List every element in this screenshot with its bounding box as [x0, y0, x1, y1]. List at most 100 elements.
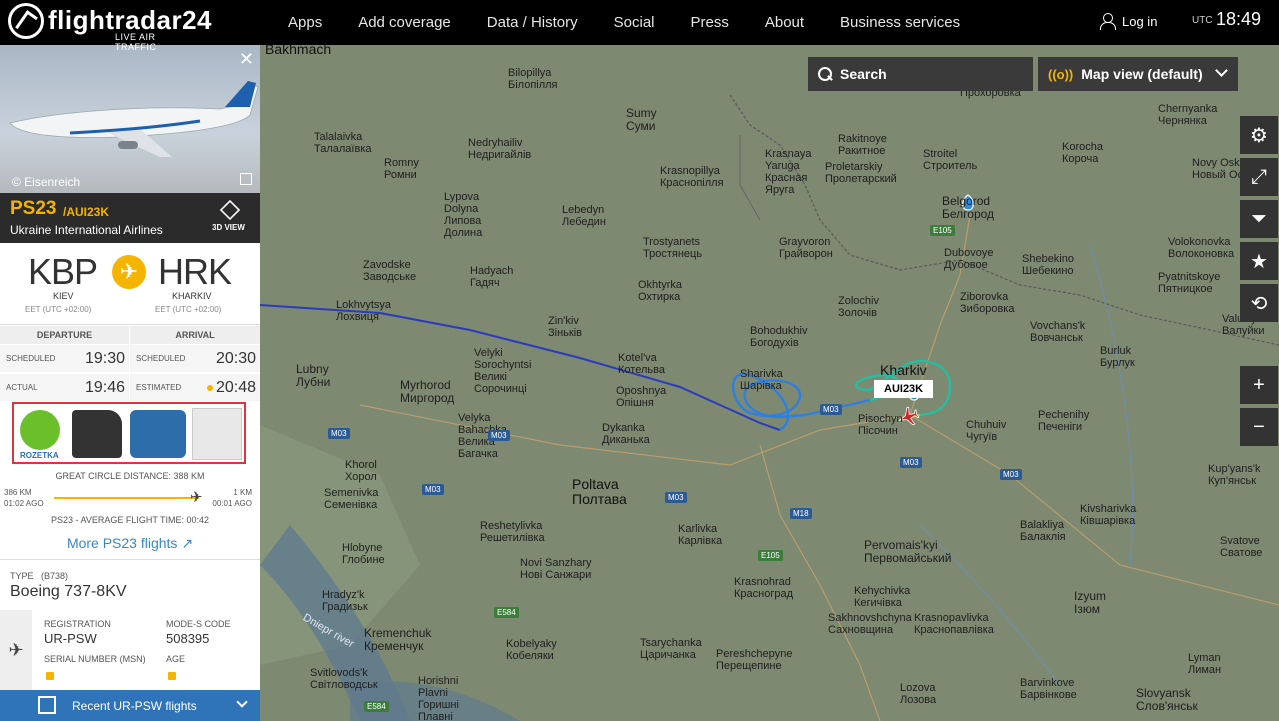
- nav-item-press[interactable]: Press: [673, 0, 747, 45]
- estimated-arrival-label: ESTIMATED: [136, 383, 182, 392]
- place-label: Lubny Лубни: [296, 362, 331, 389]
- remaining-info: 1 KM 00:01 AGO: [212, 487, 252, 509]
- filter-button[interactable]: ⏷: [1240, 200, 1278, 238]
- ad-boot-image: [72, 410, 122, 458]
- great-circle-distance: GREAT CIRCLE DISTANCE: 388 KM: [55, 471, 205, 481]
- aircraft-photo[interactable]: ✕ © Eisenreich: [0, 45, 260, 193]
- aircraft-icon: ✈: [0, 610, 32, 690]
- zoom-in-button[interactable]: +: [1240, 366, 1278, 404]
- remaining-distance: 1 KM: [233, 488, 252, 497]
- close-panel-icon[interactable]: ✕: [239, 49, 254, 70]
- place-label: Bilopillya Білопілля: [508, 67, 558, 91]
- settings-button[interactable]: ⚙: [1240, 116, 1278, 154]
- destination-code[interactable]: HRK: [158, 251, 232, 293]
- zoom-in-icon: +: [1253, 373, 1265, 396]
- place-label: Zavodske Заводське: [363, 259, 417, 283]
- 3d-view-button[interactable]: 3D VIEW: [212, 223, 245, 232]
- external-link-icon[interactable]: [240, 173, 252, 185]
- playback-icon: ⟲: [1250, 292, 1268, 315]
- place-label: Kivsharivka Ківшарівка: [1080, 503, 1137, 527]
- external-link-icon: ↗: [181, 535, 194, 551]
- playback-button[interactable]: ⟲: [1240, 284, 1278, 322]
- flight-callsign: /AUI23K: [63, 205, 110, 219]
- region-border: [739, 135, 761, 221]
- flightradar24-logo[interactable]: flightradar24 LIVE AIR TRAFFIC: [8, 3, 212, 52]
- place-label: Kup'yans'k Куп'янськ: [1208, 463, 1261, 487]
- logo-icon: [8, 3, 44, 39]
- login-label: Log in: [1122, 13, 1158, 29]
- scheduled-departure-label: SCHEDULED: [6, 354, 56, 363]
- map-canvas[interactable]: Bakhmach Bilopillya Білопілля Sumy Суми Ta…: [260, 45, 1279, 721]
- scheduled-arrival-label: SCHEDULED: [136, 354, 186, 363]
- place-label: Bohodukhiv Богодухів: [750, 325, 808, 349]
- lock-icon: [46, 672, 54, 680]
- place-label: Semenivka Семенівка: [324, 487, 379, 511]
- place-label: Poltava Полтава: [572, 476, 627, 507]
- place-label: Sumy Суми: [626, 106, 657, 133]
- road-badge: M03: [488, 430, 510, 441]
- cube-icon[interactable]: [219, 199, 241, 221]
- nav-item-about[interactable]: About: [747, 0, 822, 45]
- nav-item-data-history[interactable]: Data / History: [469, 0, 596, 45]
- age-label: AGE: [166, 654, 186, 664]
- place-label: Hadyach Гадяч: [470, 265, 514, 289]
- modes-label: MODE-S CODE: [166, 619, 231, 629]
- actual-departure-row: ACTUAL 19:46: [0, 374, 129, 402]
- place-label: Tsarychanka Царичанка: [640, 637, 702, 661]
- place-label: Velyki Sorochyntsi Великі Сорочинці: [474, 347, 532, 395]
- flight-info-panel: ✕ © Eisenreich PS23 /AUI23K Ukraine Inte…: [0, 45, 260, 721]
- place-label: Barvinkove Барвінкове: [1020, 677, 1077, 701]
- flown-info: 386 KM 01:02 AGO: [4, 487, 44, 509]
- place-label: Horishni Plavni Горишні Плавні: [418, 675, 459, 721]
- map-view-dropdown[interactable]: ((o)) Map view (default): [1038, 57, 1238, 91]
- place-label: Reshetylivka Решетилівка: [480, 520, 545, 544]
- place-label: Chuhuiv Чугуїв: [966, 419, 1007, 443]
- ad-speaker-image: [130, 410, 186, 458]
- place-label: Proletarskiy Пролетарский: [825, 161, 897, 185]
- chevron-down-icon: [1215, 64, 1228, 77]
- place-label: Lozova Лозова: [900, 682, 937, 706]
- flown-time: 01:02 AGO: [4, 499, 44, 508]
- favorites-button[interactable]: ★: [1240, 242, 1278, 280]
- map-view-label: Map view (default): [1081, 66, 1203, 82]
- search-label: Search: [840, 66, 887, 82]
- nav-item-social[interactable]: Social: [596, 0, 673, 45]
- registration-label: REGISTRATION: [44, 619, 111, 629]
- nav-item-business-services[interactable]: Business services: [822, 0, 978, 45]
- aircraft-callsign-label[interactable]: AUI23K: [874, 380, 934, 398]
- recent-flights-button[interactable]: Recent UR-PSW flights: [0, 690, 260, 721]
- rozetka-logo-icon: [20, 410, 60, 450]
- road-badge: M18: [790, 508, 812, 519]
- estimated-arrival-value: 20:48: [206, 379, 256, 397]
- more-flights-link[interactable]: More PS23 flights ↗: [0, 535, 260, 552]
- place-label: Zolochiv Золочів: [838, 295, 879, 319]
- photo-credit: © Eisenreich: [12, 175, 81, 189]
- zoom-out-button[interactable]: −: [1240, 408, 1278, 446]
- road-badge: M03: [422, 484, 444, 495]
- place-label: Karlivka Карлівка: [678, 523, 723, 547]
- login-button[interactable]: Log in: [1100, 13, 1158, 30]
- type-code: (B738): [41, 571, 69, 581]
- place-label: Slovyansk Слов'янськ: [1136, 686, 1198, 713]
- place-label: Krasnaya Yaruga Красная Яруга: [765, 148, 812, 196]
- remaining-time: 00:01 AGO: [212, 499, 252, 508]
- road-badge: M03: [665, 492, 687, 503]
- airplane-icon: ✈: [112, 255, 146, 289]
- fullscreen-icon: ⤢: [1251, 165, 1267, 188]
- place-label: Kobelyaky Кобеляки: [506, 638, 557, 662]
- place-label: Pechenihy Печеніги: [1038, 409, 1090, 433]
- place-label: Kharkiv: [880, 362, 927, 378]
- nav-item-add-coverage[interactable]: Add coverage: [340, 0, 469, 45]
- utc-label: UTC: [1192, 15, 1213, 26]
- destination-timezone: EET (UTC +02:00): [155, 305, 222, 314]
- calendar-icon: [38, 696, 56, 714]
- serial-number-label: SERIAL NUMBER (MSN): [44, 654, 146, 664]
- departure-header: DEPARTURE: [0, 326, 129, 344]
- origin-code[interactable]: KBP: [28, 251, 98, 293]
- advertisement-banner[interactable]: ROZETKA: [12, 402, 246, 464]
- map-search-box[interactable]: Search: [808, 57, 1033, 91]
- modes-value: 508395: [166, 631, 210, 646]
- nav-item-apps[interactable]: Apps: [270, 0, 340, 45]
- fullscreen-button[interactable]: ⤢: [1240, 158, 1278, 196]
- place-label: Rakitnoye Ракитное: [838, 133, 887, 157]
